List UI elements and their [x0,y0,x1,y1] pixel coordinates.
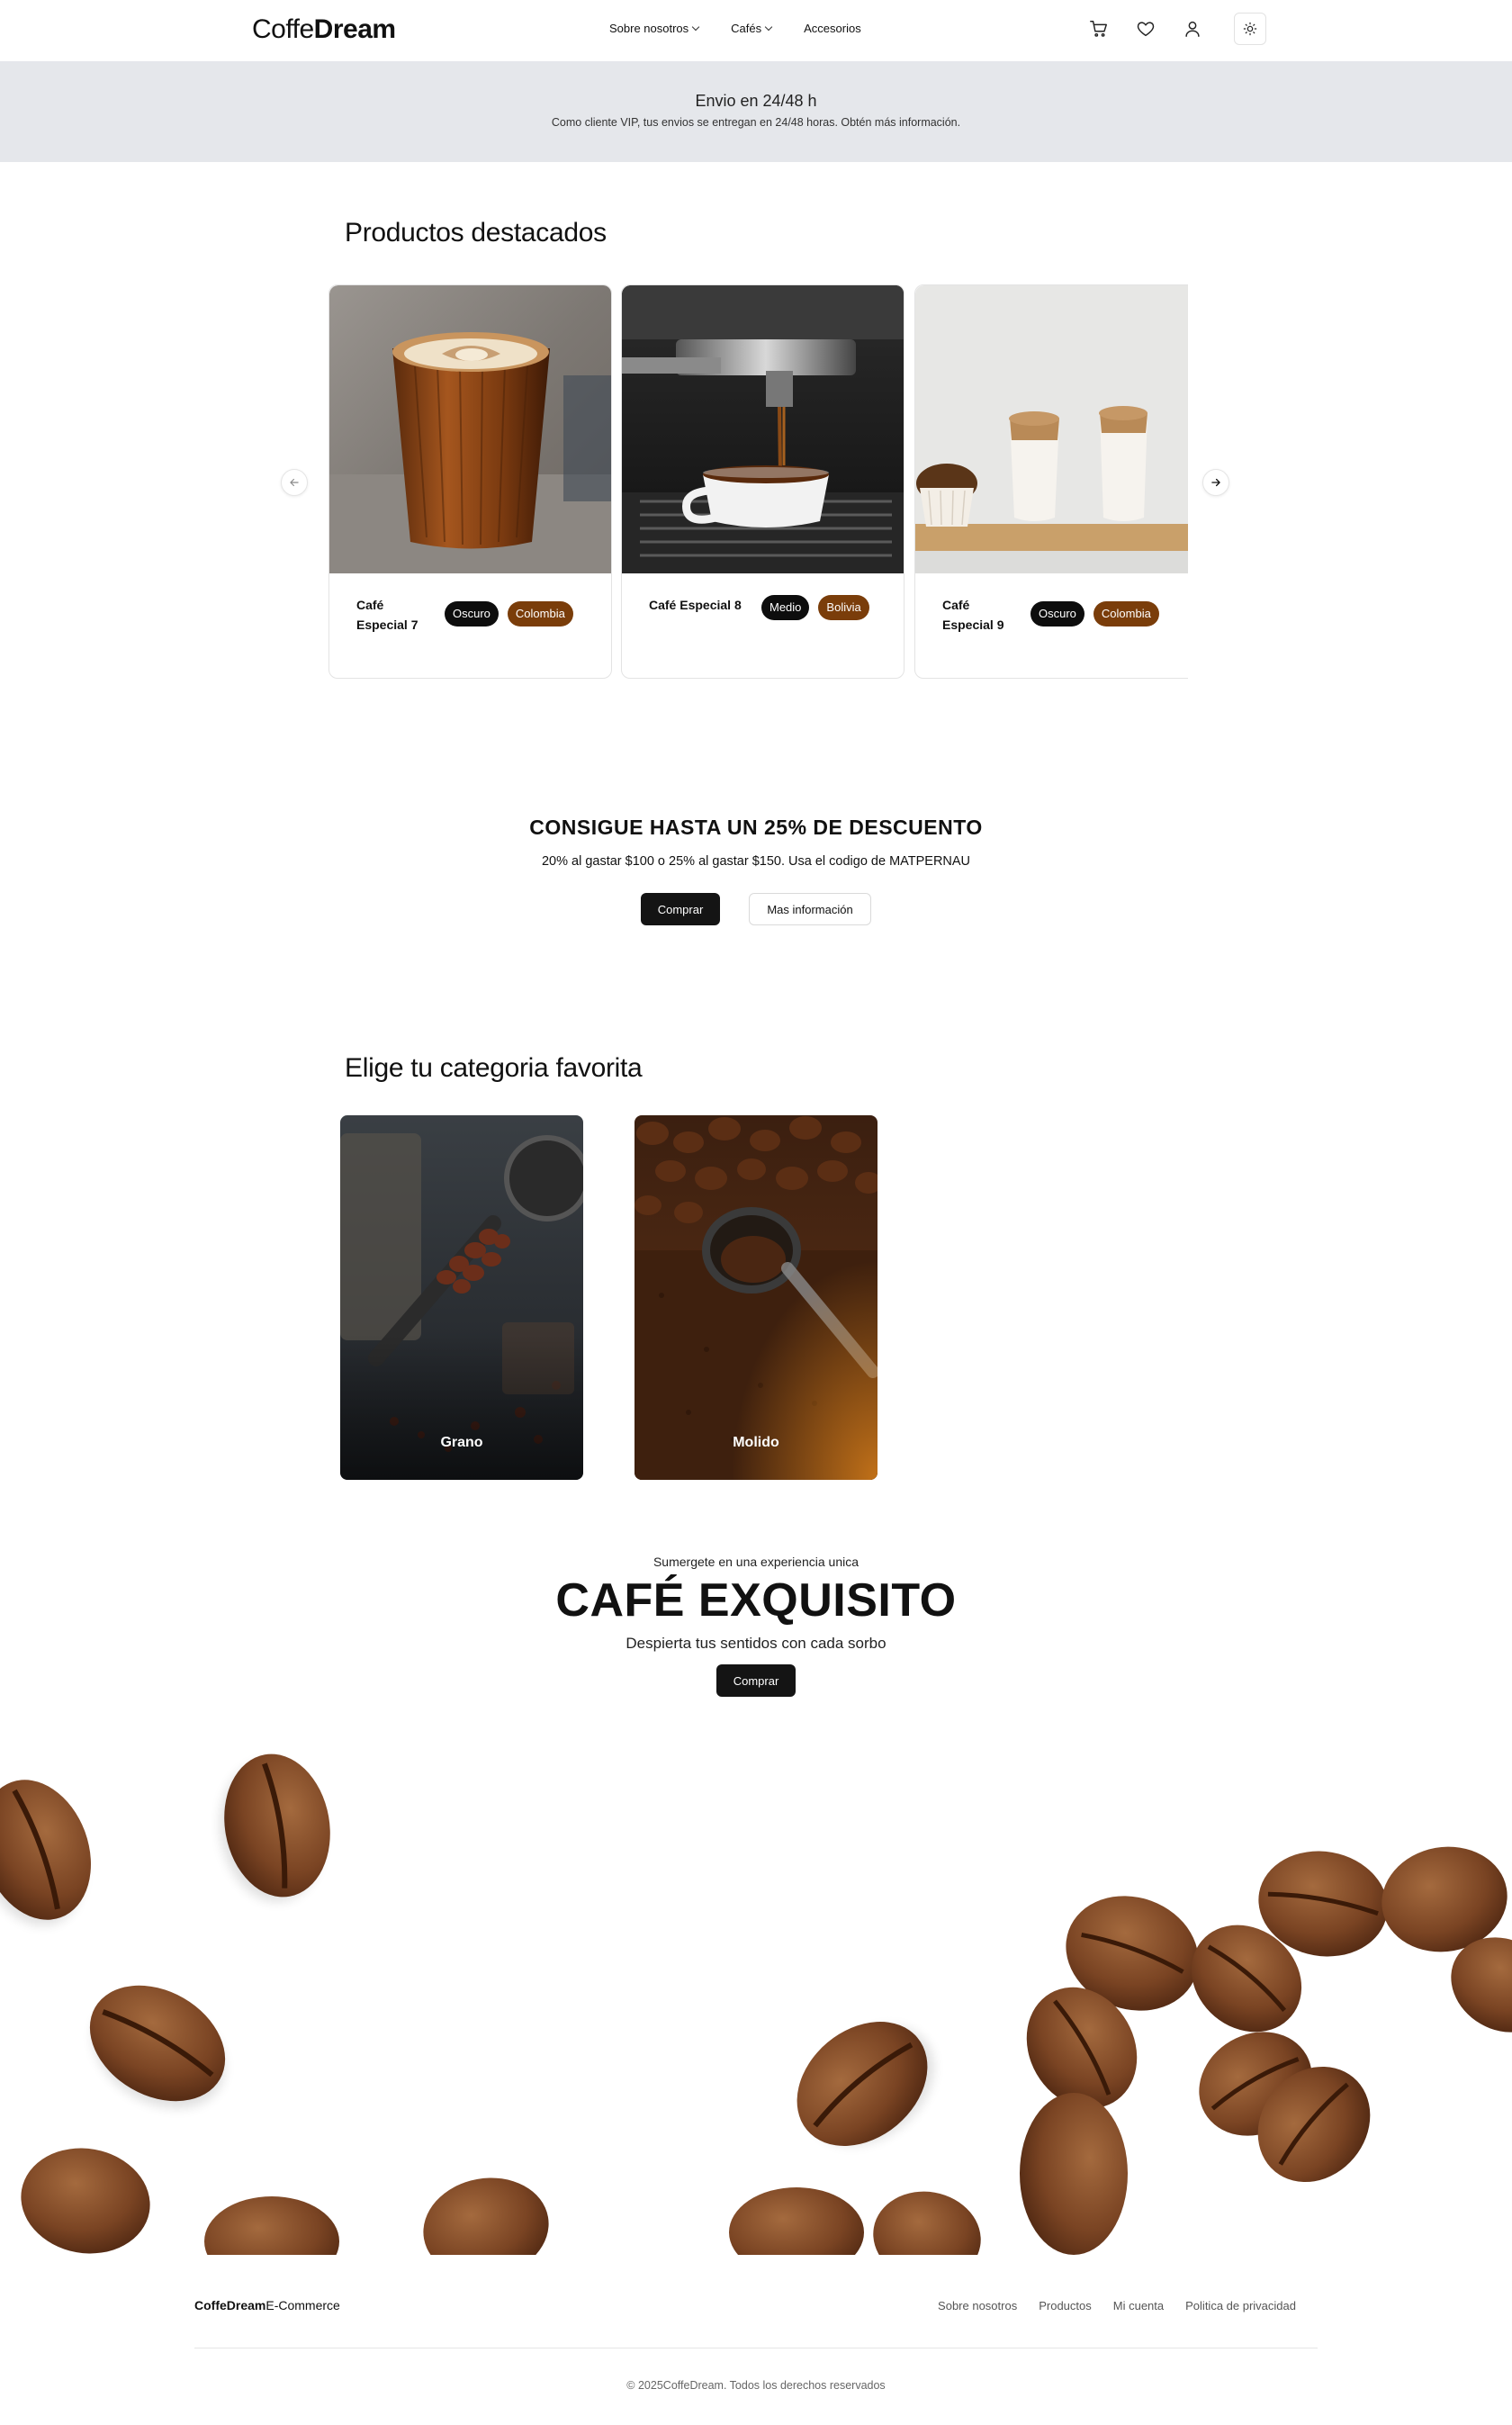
category-image [340,1115,583,1480]
product-name: Café Especial 8 [649,595,742,615]
hero-kicker: Sumergete en una experiencia unica [652,1555,860,1569]
nav-item-cafes[interactable]: Cafés [731,22,773,35]
copyright: © 2025CoffeDream. Todos los derechos res… [626,2379,886,2392]
heart-icon[interactable] [1131,14,1160,43]
cart-icon[interactable] [1084,14,1113,43]
logo[interactable]: CoffeDream [252,14,396,45]
promo-buy-button[interactable]: Comprar [641,893,720,925]
footer-links: Sobre nosotros Productos Mi cuenta Polit… [938,2299,1296,2312]
product-name-line: Especial 9 [942,618,1004,632]
logo-bold-text: Dream [313,14,396,44]
category-card-molido[interactable]: Molido [634,1115,878,1480]
product-carousel: Café Especial 7 Oscuro Colombia Café Esp… [328,284,1188,681]
carousel-prev-button[interactable] [281,469,308,496]
product-name-line: Especial 7 [356,618,418,632]
header-actions [1084,13,1266,45]
main-nav: Sobre nosotros Cafés Accesorios [609,22,861,35]
promo-subtitle: 20% al gastar $100 o 25% al gastar $150.… [541,854,971,869]
footer-link-productos[interactable]: Productos [1039,2299,1092,2312]
product-image [915,285,1188,573]
shipping-banner: Envio en 24/48 h Como cliente VIP, tus e… [0,61,1512,162]
chevron-down-icon [691,23,700,31]
categories-title: Elige tu categoria favorita [345,1053,643,1083]
nav-label: Cafés [731,22,762,35]
roast-tag: Oscuro [445,601,499,627]
hero-subtitle: Despierta tus sentidos con cada sorbo [626,1635,886,1652]
product-card[interactable]: Café Especial 7 Oscuro Colombia [328,284,612,679]
origin-tag: Colombia [507,601,573,627]
promo-title: CONSIGUE HASTA UN 25% DE DESCUENTO [529,816,983,839]
roast-tag: Medio [761,595,810,620]
nav-label: Accesorios [804,22,861,35]
promo-info-button[interactable]: Mas información [749,893,871,925]
nav-label: Sobre nosotros [609,22,689,35]
footer-link-mi-cuenta[interactable]: Mi cuenta [1113,2299,1164,2312]
arrow-right-icon [1211,478,1220,487]
nav-item-sobre-nosotros[interactable]: Sobre nosotros [609,22,700,35]
product-name-line: Café [356,598,384,612]
banner-subtitle: Como cliente VIP, tus envios se entregan… [551,116,961,129]
category-card-grano[interactable]: Grano [340,1115,583,1480]
featured-title: Productos destacados [345,218,607,248]
footer-brand-bold: CoffeDream [194,2298,266,2312]
product-card[interactable]: Café Especial 8 Medio Bolivia [621,284,904,679]
product-name: Café Especial 7 [356,595,418,635]
product-card[interactable]: Café Especial 9 Oscuro Colombia [914,284,1188,679]
footer-link-sobre-nosotros[interactable]: Sobre nosotros [938,2299,1017,2312]
nav-item-accesorios[interactable]: Accesorios [804,22,861,35]
footer-brand-light: E-Commerce [266,2298,340,2312]
product-name: Café Especial 9 [942,595,1004,635]
footer-brand: CoffeDreamE-Commerce [194,2298,340,2312]
logo-light-text: Coffe [252,14,314,44]
product-image [622,285,904,573]
product-tags: Oscuro Colombia [1030,601,1159,627]
origin-tag: Colombia [1093,601,1159,627]
site-header: CoffeDream Sobre nosotros Cafés Accesori… [0,0,1512,61]
category-label: Molido [733,1435,779,1450]
category-image [634,1115,878,1480]
chevron-down-icon [764,23,773,31]
user-icon[interactable] [1178,14,1207,43]
hero-title: CAFÉ EXQUISITO [555,1574,957,1627]
product-name-line: Café Especial 8 [649,598,742,612]
page-root: CoffeDream Sobre nosotros Cafés Accesori… [0,0,1512,2425]
hero-buy-button[interactable]: Comprar [716,1664,796,1697]
carousel-next-button[interactable] [1202,469,1229,496]
theme-toggle-button[interactable] [1234,13,1266,45]
roast-tag: Oscuro [1030,601,1084,627]
coffee-beans-image [0,1728,1512,2255]
product-name-line: Café [942,598,970,612]
category-label: Grano [440,1435,483,1450]
sun-icon [1243,22,1257,36]
footer-link-privacidad[interactable]: Politica de privacidad [1185,2299,1296,2312]
product-tags: Medio Bolivia [761,595,869,620]
arrow-left-icon [290,478,299,487]
product-image [329,285,611,573]
origin-tag: Bolivia [818,595,869,620]
banner-title: Envio en 24/48 h [695,92,817,110]
product-tags: Oscuro Colombia [445,601,573,627]
